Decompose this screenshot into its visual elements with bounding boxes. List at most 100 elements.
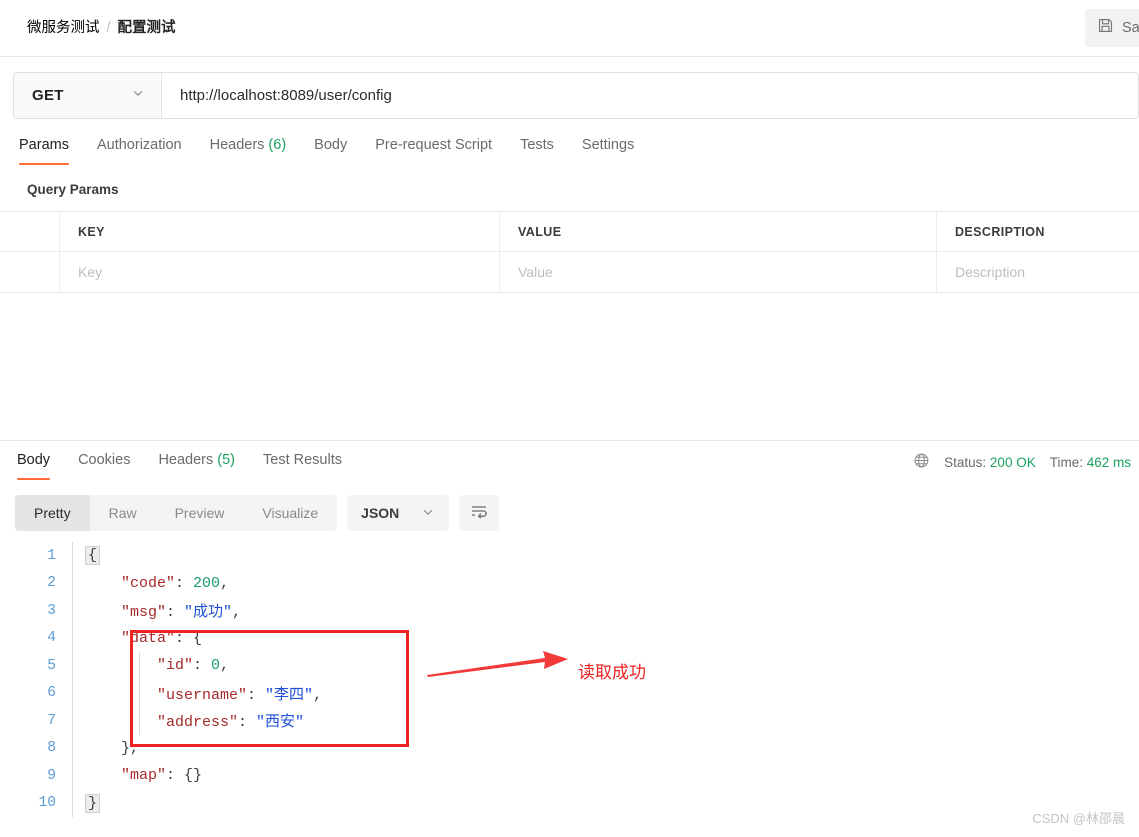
code-content: }, xyxy=(85,739,140,757)
line-number: 3 xyxy=(47,602,56,619)
time-value: 462 ms xyxy=(1086,454,1131,470)
tab-headers-label: Headers xyxy=(209,137,265,153)
format-visualize[interactable]: Visualize xyxy=(243,495,337,531)
code-line: 1 { xyxy=(0,542,1139,570)
line-number: 6 xyxy=(47,685,56,702)
code-content: "username": "李四", xyxy=(157,686,323,704)
response-tab-headers-label: Headers xyxy=(158,452,214,468)
chevron-down-icon xyxy=(131,86,145,105)
status-value: 200 OK xyxy=(989,454,1036,470)
tab-params-label: Params xyxy=(19,137,69,153)
indent-guide xyxy=(139,679,140,707)
tab-authorization[interactable]: Authorization xyxy=(83,133,196,165)
format-segmented-control: Pretty Raw Preview Visualize xyxy=(15,495,338,531)
breadcrumb-current: 配置测试 xyxy=(117,20,176,36)
line-number: 5 xyxy=(47,657,56,674)
tab-body[interactable]: Body xyxy=(300,133,361,165)
status-label: Status: xyxy=(944,454,987,470)
url-input[interactable]: http://localhost:8089/user/config xyxy=(162,73,1138,118)
code-content: "code": 200, xyxy=(121,574,230,592)
globe-icon xyxy=(913,452,930,472)
response-meta: Status: 200 OK Time: 462 ms xyxy=(913,452,1131,472)
tab-tests-label: Tests xyxy=(520,137,554,153)
response-tab-headers-count: (5) xyxy=(217,452,235,468)
param-key-input[interactable]: Key xyxy=(60,252,500,292)
tab-tests[interactable]: Tests xyxy=(506,133,568,165)
tab-authorization-label: Authorization xyxy=(96,137,182,153)
line-number: 4 xyxy=(47,630,56,647)
code-line: 7 "address": "西安" xyxy=(0,707,1139,735)
code-content: } xyxy=(73,793,101,813)
code-line: 6 "username": "李四", xyxy=(0,679,1139,707)
tab-params[interactable]: Params xyxy=(13,133,83,165)
watermark: CSDN @林邵晨 xyxy=(1032,811,1125,826)
tab-pre-request-script[interactable]: Pre-request Script xyxy=(361,133,506,165)
response-tab-cookies[interactable]: Cookies xyxy=(64,448,144,480)
url-bar: GET http://localhost:8089/user/config xyxy=(13,72,1139,119)
request-tabs: Params Authorization Headers (6) Body Pre… xyxy=(13,133,1139,169)
line-number: 10 xyxy=(38,795,56,812)
param-value-input[interactable]: Value xyxy=(500,252,937,292)
line-number: 7 xyxy=(47,712,56,729)
postman-app: 微服务测试 / 配置测试 Sa GET http://localhost:8089/… xyxy=(0,0,1139,837)
response-tabs: Body Cookies Headers (5) Test Results xyxy=(13,448,356,480)
param-description-input[interactable]: Description xyxy=(937,252,1139,292)
row-checkbox-cell[interactable] xyxy=(0,252,60,292)
code-line: 10 } xyxy=(0,789,1139,817)
tab-settings-label: Settings xyxy=(581,137,635,153)
query-params-table: KEY VALUE DESCRIPTION Key Value Descript… xyxy=(0,211,1139,293)
code-content: "msg": "成功", xyxy=(121,604,242,622)
line-number: 2 xyxy=(47,575,56,592)
word-wrap-icon xyxy=(469,501,489,526)
tab-headers[interactable]: Headers (6) xyxy=(196,133,301,165)
format-language-label: JSON xyxy=(361,505,400,521)
time-indicator: Time: 462 ms xyxy=(1050,455,1131,470)
response-tab-body-label: Body xyxy=(17,452,51,468)
annotation-arrow-icon xyxy=(427,651,568,677)
status-indicator: Status: 200 OK xyxy=(944,455,1036,470)
table-header-row: KEY VALUE DESCRIPTION xyxy=(0,212,1139,252)
column-header-value: VALUE xyxy=(500,212,937,251)
code-line: 8 }, xyxy=(0,734,1139,762)
response-tab-headers[interactable]: Headers (5) xyxy=(144,448,249,480)
response-body-viewer[interactable]: 1 { 2 "code": 200, 3 "msg": "成功", 4 "dat… xyxy=(0,542,1139,832)
select-all-cell xyxy=(0,212,60,251)
format-preview[interactable]: Preview xyxy=(156,495,244,531)
line-number: 9 xyxy=(47,767,56,784)
column-header-key: KEY xyxy=(60,212,500,251)
code-content: "id": 0, xyxy=(157,657,230,675)
table-row[interactable]: Key Value Description xyxy=(0,252,1139,292)
code-content: { xyxy=(73,546,101,566)
format-language-select[interactable]: JSON xyxy=(347,495,450,531)
indent-guide xyxy=(139,652,140,680)
tab-body-label: Body xyxy=(314,137,348,153)
response-format-toolbar: Pretty Raw Preview Visualize JSON xyxy=(15,495,500,531)
response-tab-test-results[interactable]: Test Results xyxy=(249,448,356,480)
app-header: 微服务测试 / 配置测试 Sa xyxy=(0,0,1139,57)
response-tab-body[interactable]: Body xyxy=(13,448,64,480)
code-content: "map": {} xyxy=(121,767,203,785)
save-button-label: Sa xyxy=(1122,20,1139,36)
tab-pre-request-script-label: Pre-request Script xyxy=(375,137,493,153)
save-button[interactable]: Sa xyxy=(1085,9,1139,47)
tab-settings[interactable]: Settings xyxy=(568,133,648,165)
line-number: 1 xyxy=(47,547,56,564)
http-method-select[interactable]: GET xyxy=(14,73,162,118)
annotation-label: 读取成功 xyxy=(578,663,646,682)
time-label: Time: xyxy=(1049,454,1083,470)
format-raw[interactable]: Raw xyxy=(90,495,156,531)
query-params-title: Query Params xyxy=(27,182,119,197)
breadcrumb: 微服务测试 / 配置测试 xyxy=(27,18,176,38)
breadcrumb-parent[interactable]: 微服务测试 xyxy=(27,20,100,36)
line-number: 8 xyxy=(47,740,56,757)
response-divider xyxy=(0,440,1139,441)
code-line: 2 "code": 200, xyxy=(0,569,1139,597)
tab-headers-count: (6) xyxy=(268,137,287,153)
word-wrap-toggle[interactable] xyxy=(459,495,500,531)
breadcrumb-separator: / xyxy=(106,20,111,36)
http-method-label: GET xyxy=(32,87,64,104)
column-header-description: DESCRIPTION xyxy=(955,224,1045,239)
code-content: "data": { xyxy=(121,629,203,647)
save-icon xyxy=(1097,17,1114,39)
format-pretty[interactable]: Pretty xyxy=(15,495,90,531)
